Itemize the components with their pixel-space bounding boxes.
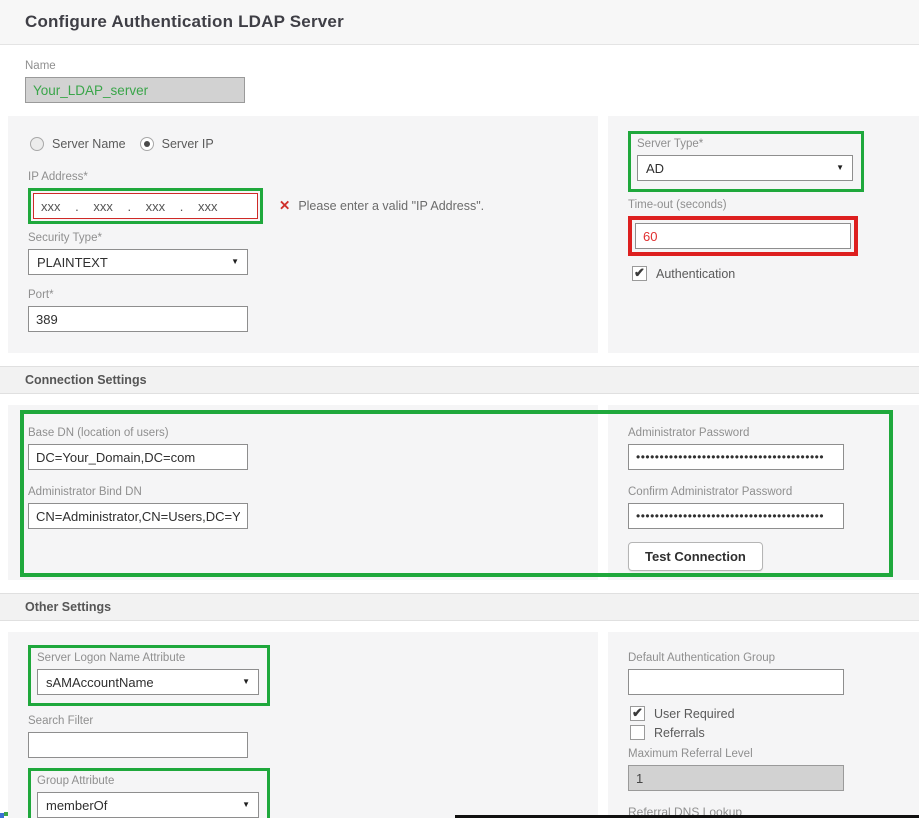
server-settings-right-panel: Server Type* AD ▼ Time-out (seconds) ✔ A… [608,116,919,353]
connection-right-panel: Administrator Password •••••••••••••••••… [608,405,919,580]
radio-server-name-label: Server Name [52,137,126,151]
check-icon: ✔ [632,705,643,721]
timeout-label: Time-out (seconds) [628,199,899,211]
port-input[interactable] [28,306,248,332]
group-attribute-label: Group Attribute [37,775,259,787]
search-filter-input[interactable] [28,732,248,758]
security-type-value: PLAINTEXT [37,255,108,270]
configure-ldap-dialog: Configure Authentication LDAP Server Nam… [0,0,919,818]
ip-address-row: ✕ Please enter a valid "IP Address". [28,188,578,224]
screenshot-corner-artifact [0,811,9,818]
authentication-label: Authentication [656,267,735,281]
chevron-down-icon: ▼ [836,164,844,172]
logon-attribute-value: sAMAccountName [46,675,154,690]
chevron-down-icon: ▼ [231,258,239,266]
error-x-icon: ✕ [279,198,290,214]
ip-error-message: ✕ Please enter a valid "IP Address". [279,198,484,214]
other-left-panel: Server Logon Name Attribute sAMAccountNa… [8,632,598,818]
server-type-value: AD [646,161,664,176]
radio-server-ip-label: Server IP [162,137,214,151]
user-required-row: ✔ User Required [630,706,899,721]
group-attribute-dropdown[interactable]: memberOf ▼ [37,792,259,818]
ip-address-label: IP Address* [28,171,578,183]
radio-server-ip[interactable] [140,137,154,151]
referrals-checkbox[interactable] [630,725,645,740]
security-type-dropdown[interactable]: PLAINTEXT ▼ [28,249,248,275]
chevron-down-icon: ▼ [242,678,250,686]
annotation-box-logon-attribute: Server Logon Name Attribute sAMAccountNa… [28,645,270,706]
bind-dn-label: Administrator Bind DN [28,486,578,498]
timeout-input[interactable] [635,223,851,249]
server-type-label: Server Type* [637,138,853,150]
connection-settings-section: Base DN (location of users) Administrato… [0,405,919,580]
radio-server-name[interactable] [30,137,44,151]
other-right-panel: Default Authentication Group ✔ User Requ… [608,632,919,818]
user-required-label: User Required [654,707,735,721]
referrals-row: Referrals [630,725,899,740]
annotation-box-group-attribute: Group Attribute memberOf ▼ [28,768,270,818]
name-block: Name [0,45,919,116]
page-title: Configure Authentication LDAP Server [25,12,344,32]
authentication-row: ✔ Authentication [632,266,899,281]
referrals-label: Referrals [654,726,705,740]
logon-attribute-dropdown[interactable]: sAMAccountName ▼ [37,669,259,695]
corner-artifact-green [4,812,8,816]
connection-settings-header: Connection Settings [0,366,919,394]
default-group-label: Default Authentication Group [628,652,899,664]
check-icon: ✔ [634,265,645,281]
default-group-input[interactable] [628,669,844,695]
logon-attribute-label: Server Logon Name Attribute [37,652,259,664]
security-type-label: Security Type* [28,232,578,244]
ip-error-text: Please enter a valid "IP Address". [298,199,484,213]
authentication-checkbox[interactable]: ✔ [632,266,647,281]
base-dn-label: Base DN (location of users) [28,427,578,439]
server-settings-left-panel: Server Name Server IP IP Address* ✕ Plea… [8,116,598,353]
confirm-password-input[interactable]: •••••••••••••••••••••••••••••••••••••••• [628,503,844,529]
other-settings-section: Server Logon Name Attribute sAMAccountNa… [0,632,919,818]
chevron-down-icon: ▼ [242,801,250,809]
bind-dn-input[interactable] [28,503,248,529]
admin-password-label: Administrator Password [628,427,899,439]
group-attribute-value: memberOf [46,798,107,813]
server-type-dropdown[interactable]: AD ▼ [637,155,853,181]
confirm-password-label: Confirm Administrator Password [628,486,899,498]
server-mode-radio-group: Server Name Server IP [30,137,578,151]
connection-left-panel: Base DN (location of users) Administrato… [8,405,598,580]
admin-password-input[interactable]: •••••••••••••••••••••••••••••••••••••••• [628,444,844,470]
annotation-box-server-type: Server Type* AD ▼ [628,131,864,192]
ip-address-input[interactable] [33,193,258,219]
name-field [25,77,245,103]
user-required-checkbox[interactable]: ✔ [630,706,645,721]
annotation-box-ip-address [28,188,263,224]
max-referral-input [628,765,844,791]
annotation-box-timeout [628,216,858,256]
base-dn-input[interactable] [28,444,248,470]
port-label: Port* [28,289,578,301]
max-referral-label: Maximum Referral Level [628,748,899,760]
dialog-header: Configure Authentication LDAP Server [0,0,919,45]
search-filter-label: Search Filter [28,715,578,727]
test-connection-button[interactable]: Test Connection [628,542,763,571]
name-label: Name [25,60,894,72]
server-settings-section: Server Name Server IP IP Address* ✕ Plea… [0,116,919,353]
other-settings-header: Other Settings [0,593,919,621]
